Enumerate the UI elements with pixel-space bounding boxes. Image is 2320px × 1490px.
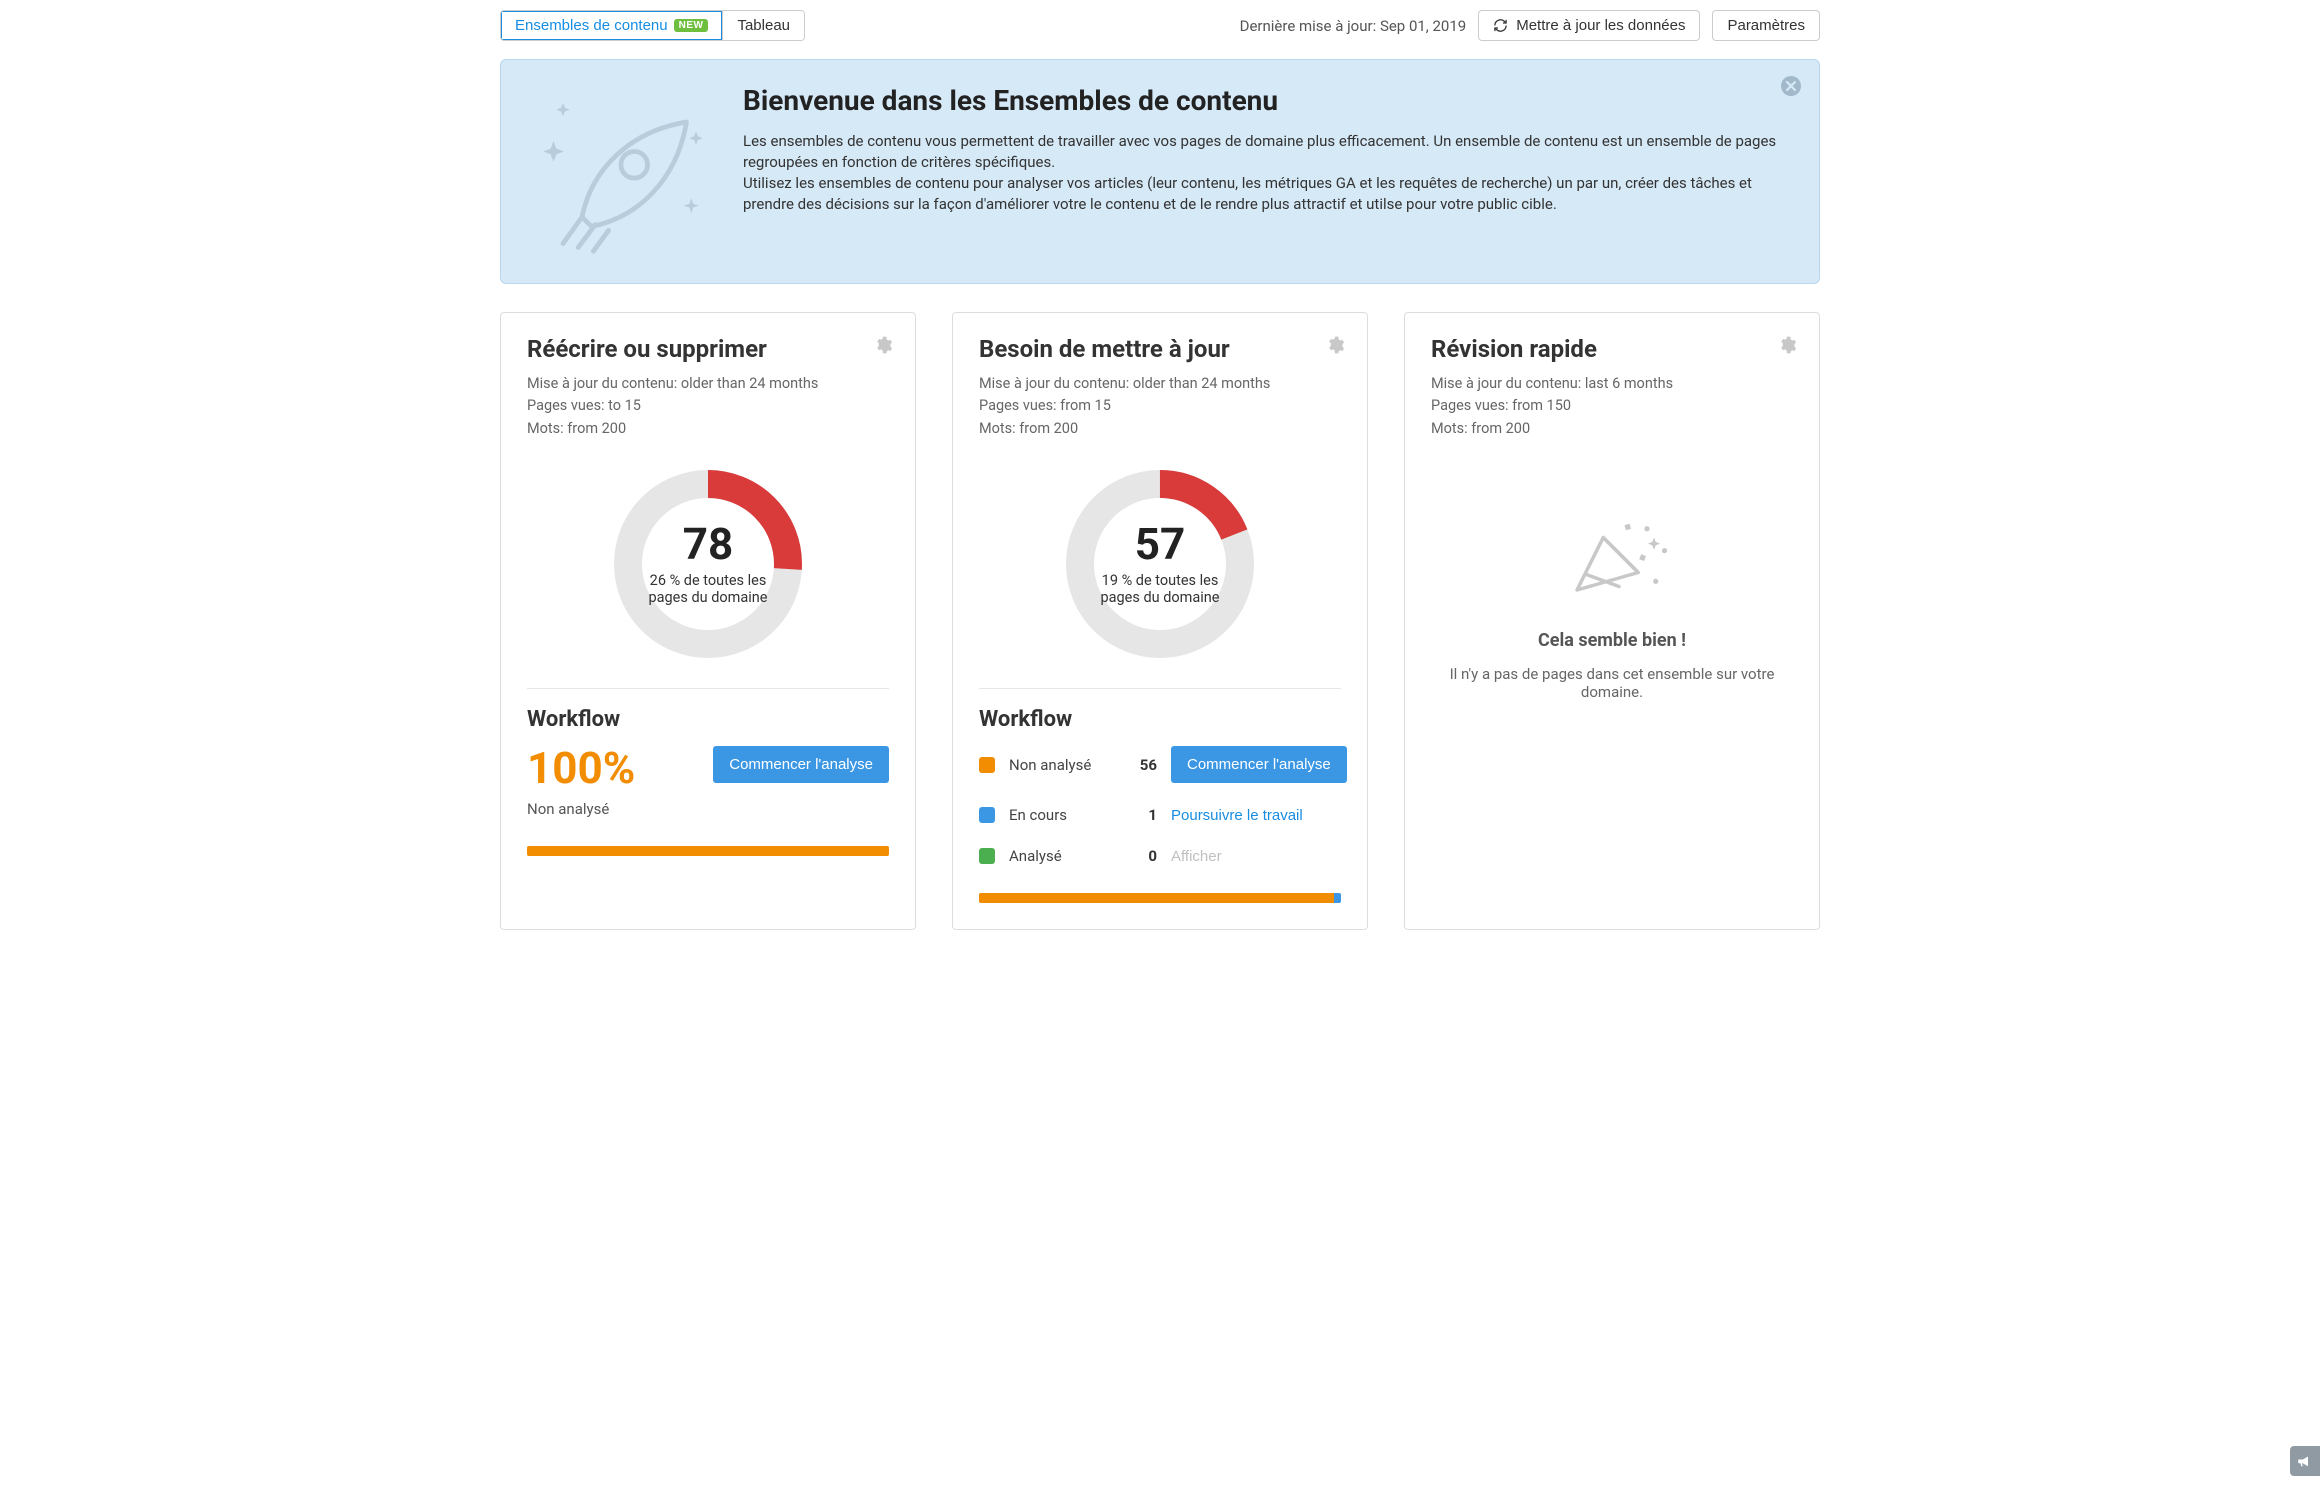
criterion-update: Mise à jour du contenu: last 6 months: [1431, 373, 1793, 395]
workflow-row-in-progress: En cours 1 Poursuivre le travail: [979, 805, 1341, 824]
donut-chart: 57 19 % de toutes les pages du domaine: [1060, 464, 1260, 664]
card-settings-button[interactable]: [1777, 335, 1797, 355]
workflow-row-value: 56: [1117, 756, 1157, 774]
workflow-row-label: Analysé: [1009, 847, 1103, 865]
workflow-progress: [979, 893, 1341, 903]
feedback-button[interactable]: [2290, 1446, 2320, 1476]
workflow-rows: Non analysé 56 Commencer l'analyse En co…: [979, 746, 1341, 865]
workflow-row-not-analyzed: Non analysé 56 Commencer l'analyse: [979, 746, 1341, 783]
criterion-views: Pages vues: from 15: [979, 395, 1341, 417]
criterion-words: Mots: from 200: [527, 418, 889, 440]
settings-button-label: Paramètres: [1727, 17, 1805, 34]
workflow-row-label: En cours: [1009, 806, 1103, 824]
welcome-title: Bienvenue dans les Ensembles de contenu: [743, 84, 1791, 117]
view-tabs: Ensembles de contenu NEW Tableau: [500, 10, 805, 41]
donut-subtext: 19 % de toutes les pages du domaine: [1086, 572, 1234, 606]
criterion-update: Mise à jour du contenu: older than 24 mo…: [979, 373, 1341, 395]
workflow-row-label: Non analysé: [1009, 756, 1103, 774]
rocket-icon: [525, 84, 715, 259]
refresh-button-label: Mettre à jour les données: [1516, 17, 1685, 34]
workflow-row-value: 1: [1117, 806, 1157, 824]
card-title: Révision rapide: [1431, 335, 1793, 363]
cards-row: Réécrire ou supprimer Mise à jour du con…: [500, 312, 1820, 930]
workflow-simple: 100% Non analysé Commencer l'analyse: [527, 746, 889, 818]
workflow-title: Workflow: [979, 707, 1341, 732]
refresh-button[interactable]: Mettre à jour les données: [1478, 10, 1700, 41]
refresh-icon: [1493, 18, 1508, 33]
card-settings-button[interactable]: [873, 335, 893, 355]
workflow-percent: 100%: [527, 746, 635, 790]
card-criteria: Mise à jour du contenu: last 6 months Pa…: [1431, 373, 1793, 440]
donut-value: 78: [683, 522, 734, 566]
empty-state: Cela semble bien ! Il n'y a pas de pages…: [1431, 440, 1793, 721]
tab-table[interactable]: Tableau: [722, 11, 804, 40]
criterion-views: Pages vues: to 15: [527, 395, 889, 417]
card-title: Réécrire ou supprimer: [527, 335, 889, 363]
status-square-icon: [979, 807, 995, 823]
workflow-progress: [527, 846, 889, 856]
settings-button[interactable]: Paramètres: [1712, 10, 1820, 41]
workflow-percent-label: Non analysé: [527, 800, 635, 818]
confetti-icon: [1542, 500, 1682, 610]
tab-content-sets-label: Ensembles de contenu: [515, 17, 668, 34]
criterion-update: Mise à jour du contenu: older than 24 mo…: [527, 373, 889, 395]
show-link[interactable]: Afficher: [1171, 848, 1222, 865]
start-analysis-button[interactable]: Commencer l'analyse: [713, 746, 889, 783]
workflow-row-value: 0: [1117, 847, 1157, 865]
status-square-icon: [979, 757, 995, 773]
status-square-icon: [979, 848, 995, 864]
donut-value: 57: [1135, 522, 1186, 566]
close-banner-button[interactable]: [1779, 74, 1803, 98]
empty-title: Cela semble bien !: [1441, 630, 1783, 651]
card-needs-update: Besoin de mettre à jour Mise à jour du c…: [952, 312, 1368, 930]
workflow-row-analyzed: Analysé 0 Afficher: [979, 846, 1341, 865]
topbar: Ensembles de contenu NEW Tableau Dernièr…: [500, 10, 1820, 41]
new-badge: NEW: [674, 19, 709, 32]
donut-subtext: 26 % de toutes les pages du domaine: [634, 572, 782, 606]
criterion-views: Pages vues: from 150: [1431, 395, 1793, 417]
card-settings-button[interactable]: [1325, 335, 1345, 355]
criterion-words: Mots: from 200: [1431, 418, 1793, 440]
card-quick-review: Révision rapide Mise à jour du contenu: …: [1404, 312, 1820, 930]
donut-chart: 78 26 % de toutes les pages du domaine: [608, 464, 808, 664]
welcome-banner: Bienvenue dans les Ensembles de contenu …: [500, 59, 1820, 284]
tab-table-label: Tableau: [737, 17, 790, 34]
card-criteria: Mise à jour du contenu: older than 24 mo…: [979, 373, 1341, 440]
last-update-label: Dernière mise à jour: Sep 01, 2019: [1240, 17, 1467, 35]
workflow-title: Workflow: [527, 707, 889, 732]
welcome-p2: Utilisez les ensembles de contenu pour a…: [743, 173, 1791, 215]
welcome-text: Bienvenue dans les Ensembles de contenu …: [743, 84, 1791, 259]
empty-text: Il n'y a pas de pages dans cet ensemble …: [1441, 665, 1783, 701]
start-analysis-button[interactable]: Commencer l'analyse: [1171, 746, 1347, 783]
continue-work-link[interactable]: Poursuivre le travail: [1171, 807, 1303, 824]
welcome-p1: Les ensembles de contenu vous permettent…: [743, 131, 1791, 173]
card-rewrite-or-delete: Réécrire ou supprimer Mise à jour du con…: [500, 312, 916, 930]
card-title: Besoin de mettre à jour: [979, 335, 1341, 363]
megaphone-icon: [2296, 1452, 2314, 1470]
card-criteria: Mise à jour du contenu: older than 24 mo…: [527, 373, 889, 440]
tab-content-sets[interactable]: Ensembles de contenu NEW: [501, 11, 722, 40]
criterion-words: Mots: from 200: [979, 418, 1341, 440]
